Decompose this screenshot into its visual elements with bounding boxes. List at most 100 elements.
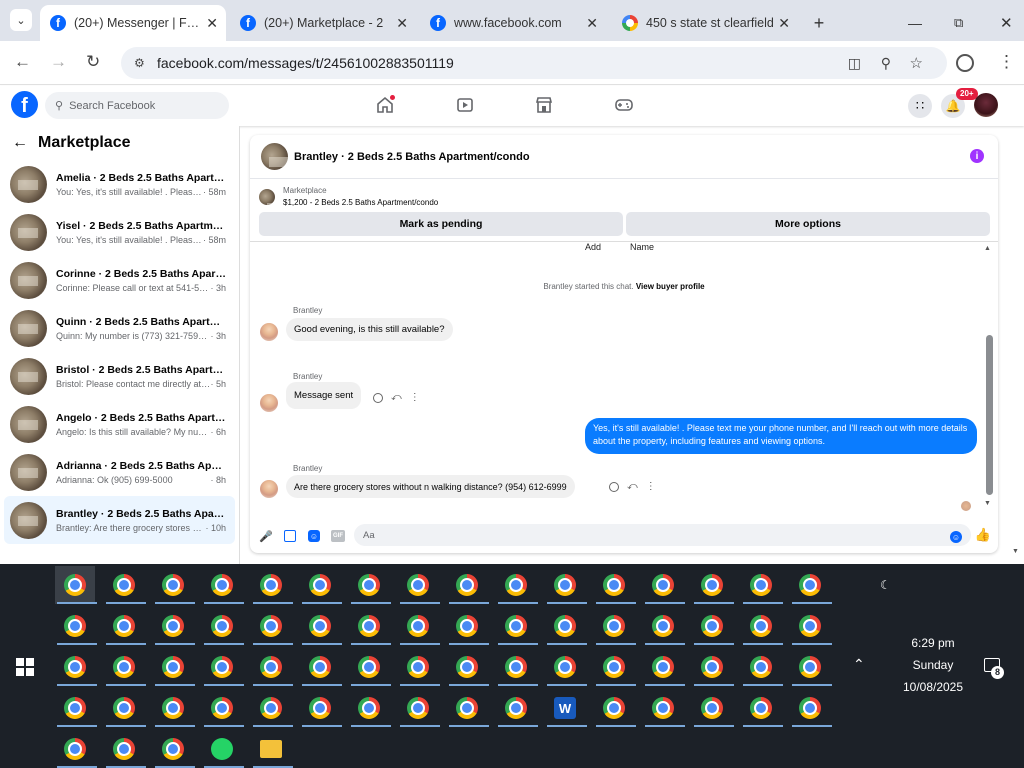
restore-button[interactable]: ⧉ xyxy=(944,5,973,41)
view-buyer-profile-link[interactable]: View buyer profile xyxy=(636,282,705,291)
list-item[interactable]: Bristol · 2 Beds 2.5 Baths Apartme... Br… xyxy=(4,352,235,400)
chat-title[interactable]: Brantley · 2 Beds 2.5 Baths Apartment/co… xyxy=(294,151,530,163)
chrome-taskbar-button[interactable] xyxy=(643,689,685,727)
chrome-taskbar-button[interactable] xyxy=(251,566,293,604)
more-kebab-icon[interactable]: ⋮ xyxy=(410,392,420,403)
chrome-taskbar-button[interactable] xyxy=(643,607,685,645)
list-item[interactable]: Corinne · 2 Beds 2.5 Baths Apartm... Cor… xyxy=(4,256,235,304)
chrome-taskbar-button[interactable] xyxy=(349,607,391,645)
list-item[interactable]: Quinn · 2 Beds 2.5 Baths Apartme... Quin… xyxy=(4,304,235,352)
chrome-taskbar-button[interactable] xyxy=(55,566,97,604)
listing-thumbnail[interactable] xyxy=(261,143,288,170)
scroll-up-icon[interactable]: ▲ xyxy=(984,245,991,252)
chrome-taskbar-button[interactable] xyxy=(447,566,489,604)
chrome-taskbar-button[interactable] xyxy=(496,648,538,686)
chrome-taskbar-button[interactable] xyxy=(790,689,832,727)
message-bubble[interactable]: Are there grocery stores without n walki… xyxy=(286,475,575,498)
chrome-taskbar-button[interactable] xyxy=(398,566,440,604)
chrome-taskbar-button[interactable] xyxy=(594,648,636,686)
bookmark-star-icon[interactable]: ☆ xyxy=(910,54,923,72)
forward-arrow-icon[interactable]: → xyxy=(50,52,67,72)
chrome-taskbar-button[interactable] xyxy=(594,607,636,645)
menu-grid-icon[interactable]: ∷ xyxy=(908,94,932,118)
chrome-taskbar-button[interactable] xyxy=(741,607,783,645)
url-text[interactable]: facebook.com/messages/t/2456100288350111… xyxy=(157,55,454,71)
list-item[interactable]: Adrianna · 2 Beds 2.5 Baths Apart... Adr… xyxy=(4,448,235,496)
chrome-taskbar-button[interactable] xyxy=(55,730,97,768)
chrome-taskbar-button[interactable] xyxy=(741,566,783,604)
page-scroll-down-icon[interactable]: ▼ xyxy=(1012,548,1019,555)
chrome-taskbar-button[interactable] xyxy=(447,689,489,727)
chrome-taskbar-button[interactable] xyxy=(349,648,391,686)
sticker-icon[interactable]: ☺ xyxy=(308,530,320,542)
chrome-taskbar-button[interactable] xyxy=(447,648,489,686)
list-item[interactable]: Amelia · 2 Beds 2.5 Baths Apartme... You… xyxy=(4,160,235,208)
chrome-taskbar-button[interactable] xyxy=(55,689,97,727)
zoom-icon[interactable]: ⚲ xyxy=(881,55,891,72)
scrollbar-thumb[interactable] xyxy=(986,335,993,495)
windows-start-icon[interactable] xyxy=(16,658,34,676)
chrome-taskbar-button[interactable] xyxy=(398,689,440,727)
chrome-taskbar-button[interactable] xyxy=(202,566,244,604)
chrome-taskbar-button[interactable] xyxy=(300,607,342,645)
chrome-taskbar-button[interactable] xyxy=(790,648,832,686)
reply-icon[interactable]: ⤺ xyxy=(627,481,638,492)
avatar[interactable] xyxy=(260,323,278,341)
listing-summary[interactable]: Marketplace $1,200 - 2 Beds 2.5 Baths Ap… xyxy=(259,185,438,209)
chrome-taskbar-button[interactable] xyxy=(300,689,342,727)
close-icon[interactable]: ✕ xyxy=(778,15,790,32)
chrome-taskbar-button[interactable] xyxy=(104,648,146,686)
chrome-taskbar-button[interactable] xyxy=(398,607,440,645)
chrome-taskbar-button[interactable] xyxy=(153,689,195,727)
chrome-taskbar-button[interactable] xyxy=(692,607,734,645)
chrome-taskbar-button[interactable] xyxy=(153,730,195,768)
message-input[interactable]: Aa xyxy=(354,524,971,546)
scroll-down-icon[interactable]: ▼ xyxy=(984,500,991,507)
chrome-taskbar-button[interactable] xyxy=(251,689,293,727)
chrome-taskbar-button[interactable] xyxy=(153,566,195,604)
wifi-icon[interactable]: ☾ xyxy=(880,578,891,592)
chrome-taskbar-button[interactable] xyxy=(251,607,293,645)
list-item[interactable]: Angelo · 2 Beds 2.5 Baths Apartme... Ang… xyxy=(4,400,235,448)
chrome-taskbar-button[interactable] xyxy=(251,648,293,686)
chrome-taskbar-button[interactable] xyxy=(202,648,244,686)
word-taskbar-button[interactable]: W xyxy=(545,689,587,727)
chrome-taskbar-button[interactable] xyxy=(104,607,146,645)
chrome-taskbar-button[interactable] xyxy=(349,566,391,604)
chrome-taskbar-button[interactable] xyxy=(55,648,97,686)
chrome-taskbar-button[interactable] xyxy=(398,648,440,686)
chrome-taskbar-button[interactable] xyxy=(545,566,587,604)
photo-icon[interactable] xyxy=(284,530,296,542)
search-input[interactable]: ⚲ Search Facebook xyxy=(45,92,229,119)
more-kebab-icon[interactable]: ⋮ xyxy=(646,481,656,492)
react-icon[interactable] xyxy=(609,481,619,492)
react-icon[interactable] xyxy=(373,392,383,403)
message-bubble[interactable]: Good evening, is this still available? xyxy=(286,318,453,341)
chrome-taskbar-button[interactable] xyxy=(447,607,489,645)
close-window-button[interactable]: ✕ xyxy=(990,5,1023,41)
taskbar-clock[interactable]: 6:29 pm Sunday 10/08/2025 xyxy=(893,632,973,698)
gif-icon[interactable]: GIF xyxy=(331,530,345,542)
chrome-taskbar-button[interactable] xyxy=(545,607,587,645)
list-item[interactable]: Yisel · 2 Beds 2.5 Baths Apartment... Yo… xyxy=(4,208,235,256)
install-app-icon[interactable]: ◫ xyxy=(848,55,861,72)
marketplace-icon[interactable] xyxy=(535,96,553,114)
mark-pending-button[interactable]: Mark as pending xyxy=(259,212,623,236)
chrome-taskbar-button[interactable] xyxy=(300,566,342,604)
reply-icon[interactable]: ⤺ xyxy=(391,392,402,403)
chrome-taskbar-button[interactable] xyxy=(202,607,244,645)
gaming-icon[interactable] xyxy=(615,96,633,114)
chrome-taskbar-button[interactable] xyxy=(594,566,636,604)
chrome-taskbar-button[interactable] xyxy=(790,566,832,604)
chrome-taskbar-button[interactable] xyxy=(643,566,685,604)
chrome-taskbar-button[interactable] xyxy=(741,648,783,686)
menu-kebab-icon[interactable]: ⋮ xyxy=(998,52,1015,72)
chevron-up-icon[interactable]: ⌃ xyxy=(853,656,865,673)
close-icon[interactable]: ✕ xyxy=(586,15,598,32)
minimize-button[interactable]: — xyxy=(898,5,932,41)
tab-search-button[interactable]: ⌄ xyxy=(10,9,32,31)
chrome-taskbar-button[interactable] xyxy=(545,648,587,686)
tab-marketplace[interactable]: f (20+) Marketplace - 2 ✕ xyxy=(230,5,416,41)
chrome-taskbar-button[interactable] xyxy=(104,730,146,768)
chrome-taskbar-button[interactable] xyxy=(594,689,636,727)
